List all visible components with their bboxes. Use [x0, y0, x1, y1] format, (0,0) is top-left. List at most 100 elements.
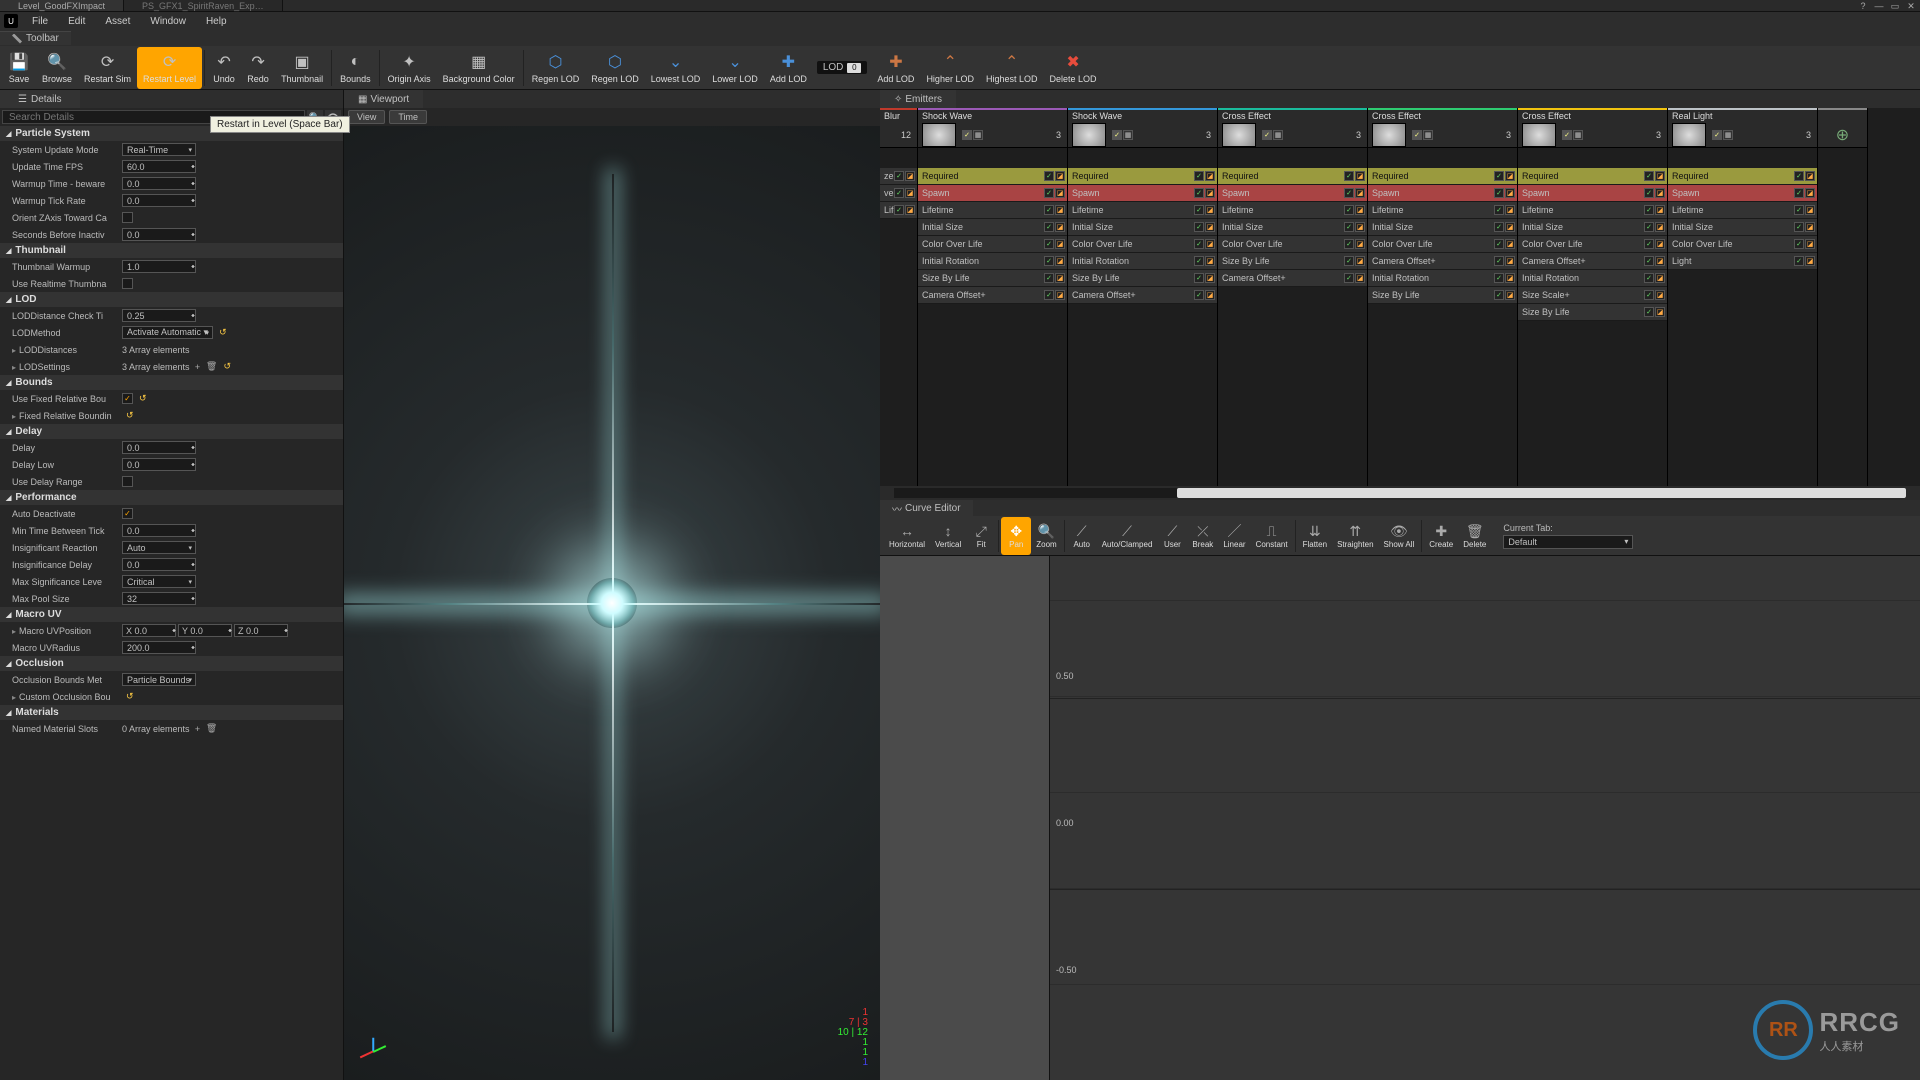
module-curve-icon[interactable]: ◪ [1655, 205, 1665, 215]
mps-input[interactable]: 32 [122, 592, 196, 605]
module-row[interactable]: Required✓◪ [1068, 168, 1217, 185]
module-curve-icon[interactable]: ◪ [1355, 205, 1365, 215]
seconds-input[interactable]: 0.0 [122, 228, 196, 241]
menu-file[interactable]: File [22, 16, 58, 27]
module-curve-icon[interactable]: ◪ [1655, 307, 1665, 317]
emitter-column[interactable]: Cross Effect✓▦3Required✓◪Spawn✓◪Lifetime… [1218, 108, 1368, 486]
emitter-solo-icon[interactable]: ▦ [1123, 130, 1133, 140]
module-curve-icon[interactable]: ◪ [1205, 256, 1215, 266]
emitter-column[interactable]: Cross Effect✓▦3Required✓◪Spawn✓◪Lifetime… [1368, 108, 1518, 486]
highestlod-button[interactable]: ⌃Highest LOD [980, 47, 1044, 89]
module-row[interactable]: Required✓◪ [1218, 168, 1367, 185]
id-input[interactable]: 0.0 [122, 558, 196, 571]
module-row[interactable]: Spawn✓◪ [1218, 185, 1367, 202]
tab-level[interactable]: Level_GoodFXImpact [0, 0, 124, 11]
fit-button[interactable]: ⤢Fit [966, 517, 996, 555]
module-enable-icon[interactable]: ✓ [1194, 290, 1204, 300]
emitter-enable-icon[interactable]: ✓ [1712, 130, 1722, 140]
module-row[interactable]: Initial Size✓◪ [1668, 219, 1817, 236]
regenlod-dup-button[interactable]: ⬡Regen LOD [585, 47, 645, 89]
module-row[interactable]: Initial Rotation✓◪ [1518, 270, 1667, 287]
module-curve-icon[interactable]: ◪ [1205, 171, 1215, 181]
section-macro-uv[interactable]: Macro UV [0, 607, 343, 622]
module-curve-icon[interactable]: ◪ [1055, 273, 1065, 283]
module-row[interactable]: Spawn✓◪ [918, 185, 1067, 202]
module-curve-icon[interactable]: ◪ [1355, 273, 1365, 283]
module-enable-icon[interactable]: ✓ [1194, 188, 1204, 198]
module-curve-icon[interactable]: ◪ [1355, 222, 1365, 232]
module-row[interactable]: Camera Offset+✓◪ [1218, 270, 1367, 287]
auto-clamped-button[interactable]: ⟋Auto/Clamped [1097, 517, 1158, 555]
warmup-input[interactable]: 0.0 [122, 177, 196, 190]
module-curve-icon[interactable]: ◪ [1805, 188, 1815, 198]
module-curve-icon[interactable]: ◪ [1205, 222, 1215, 232]
add-icon[interactable]: + [192, 723, 204, 735]
module-curve-icon[interactable]: ◪ [1655, 171, 1665, 181]
module-row[interactable]: Initial Size✓◪ [918, 219, 1067, 236]
module-enable-icon[interactable]: ✓ [1794, 188, 1804, 198]
module-row[interactable]: Initial Rotation✓◪ [918, 253, 1067, 270]
ufr-checkbox[interactable]: ✓ [122, 393, 133, 404]
tab-ps[interactable]: PS_GFX1_SpiritRaven_Exp… [124, 0, 283, 11]
macro-x-input[interactable]: X 0.0 [122, 624, 176, 637]
module-curve-icon[interactable]: ◪ [1505, 290, 1515, 300]
module-curve-icon[interactable]: ◪ [1055, 205, 1065, 215]
update-mode-dropdown[interactable]: Real-Time [122, 143, 196, 156]
section-delay[interactable]: Delay [0, 424, 343, 439]
module-curve-icon[interactable]: ◪ [1205, 290, 1215, 300]
module-enable-icon[interactable]: ✓ [1044, 273, 1054, 283]
module-curve-icon[interactable]: ◪ [1205, 273, 1215, 283]
module-row[interactable]: Camera Offset+✓◪ [918, 287, 1067, 304]
module-enable-icon[interactable]: ✓ [1344, 205, 1354, 215]
module-curve-icon[interactable]: ◪ [1655, 290, 1665, 300]
emitter-enable-icon[interactable]: ✓ [1112, 130, 1122, 140]
emitter-solo-icon[interactable]: ▦ [1723, 130, 1733, 140]
module-enable-icon[interactable]: ✓ [1644, 256, 1654, 266]
break-button[interactable]: ⤫Break [1187, 517, 1218, 555]
module-curve-icon[interactable]: ◪ [1205, 239, 1215, 249]
module-row[interactable]: Size Scale+✓◪ [1518, 287, 1667, 304]
rt-thumb-checkbox[interactable] [122, 278, 133, 289]
module-row[interactable]: Initial Rotation✓◪ [1368, 270, 1517, 287]
module-row[interactable]: Life✓◪ [880, 202, 917, 219]
module-enable-icon[interactable]: ✓ [1044, 239, 1054, 249]
section-thumbnail[interactable]: Thumbnail [0, 243, 343, 258]
fit-vertical-button[interactable]: ↕Vertical [930, 517, 966, 555]
section-occlusion[interactable]: Occlusion [0, 656, 343, 671]
module-row[interactable]: Spawn✓◪ [1518, 185, 1667, 202]
module-curve-icon[interactable]: ◪ [1805, 222, 1815, 232]
thumb-warm-input[interactable]: 1.0 [122, 260, 196, 273]
module-curve-icon[interactable]: ◪ [1805, 205, 1815, 215]
flatten-button[interactable]: ⇊Flatten [1298, 517, 1332, 555]
module-row[interactable]: Lifetime✓◪ [1218, 202, 1367, 219]
module-row[interactable]: Color Over Life✓◪ [918, 236, 1067, 253]
module-enable-icon[interactable]: ✓ [1344, 171, 1354, 181]
save-button[interactable]: 💾Save [2, 47, 36, 89]
module-row[interactable]: Lifetime✓◪ [1068, 202, 1217, 219]
time-menu[interactable]: Time [389, 110, 427, 124]
deletelod-button[interactable]: ✖Delete LOD [1044, 47, 1103, 89]
msl-dropdown[interactable]: Critical [122, 575, 196, 588]
module-row[interactable]: Lifetime✓◪ [1668, 202, 1817, 219]
obm-dropdown[interactable]: Particle Bounds [122, 673, 196, 686]
constant-button[interactable]: ⎍Constant [1251, 517, 1293, 555]
zoom-button[interactable]: 🔍Zoom [1031, 517, 1061, 555]
module-curve-icon[interactable]: ◪ [1505, 188, 1515, 198]
emitter-enable-icon[interactable]: ✓ [1412, 130, 1422, 140]
module-enable-icon[interactable]: ✓ [1794, 205, 1804, 215]
higherlod-button[interactable]: ⌃Higher LOD [920, 47, 980, 89]
module-enable-icon[interactable]: ✓ [1194, 222, 1204, 232]
module-enable-icon[interactable]: ✓ [1494, 205, 1504, 215]
linear-button[interactable]: ／Linear [1218, 517, 1250, 555]
module-enable-icon[interactable]: ✓ [1044, 188, 1054, 198]
curve-track-list[interactable] [880, 556, 1050, 1080]
bounds-button[interactable]: ◐Bounds [334, 47, 377, 89]
macro-y-input[interactable]: Y 0.0 [178, 624, 232, 637]
module-enable-icon[interactable]: ✓ [1194, 273, 1204, 283]
module-row[interactable]: ze✓◪ [880, 168, 917, 185]
module-curve-icon[interactable]: ◪ [1355, 256, 1365, 266]
emitter-enable-icon[interactable]: ✓ [962, 130, 972, 140]
reset-icon[interactable]: ↺ [224, 361, 232, 372]
emitter-enable-icon[interactable]: ✓ [1562, 130, 1572, 140]
bgcolor-button[interactable]: ▦Background Color [437, 47, 521, 89]
